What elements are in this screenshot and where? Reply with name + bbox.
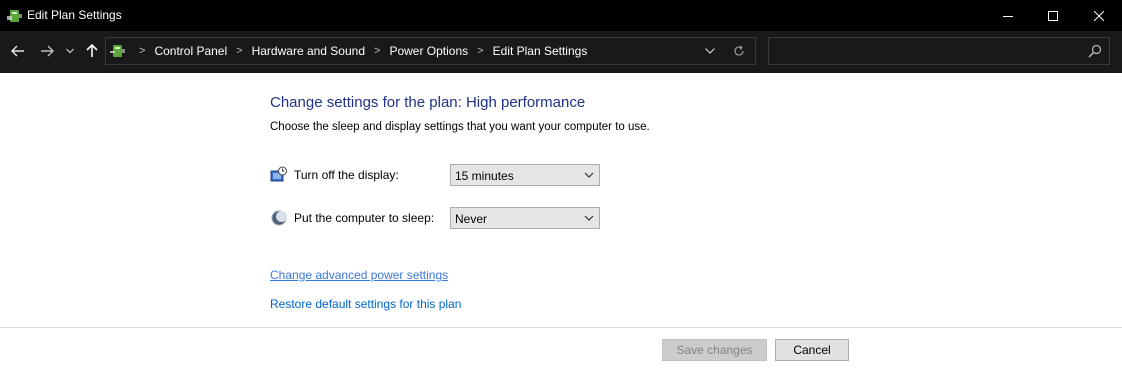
navigation-bar: > Control Panel > Hardware and Sound > P… — [0, 31, 1122, 73]
breadcrumb-separator[interactable]: > — [236, 45, 242, 57]
sleep-timeout-label: Put the computer to sleep: — [294, 211, 435, 225]
cancel-button[interactable]: Cancel — [775, 339, 849, 361]
restore-defaults-link[interactable]: Restore default settings for this plan — [270, 297, 461, 311]
up-button[interactable] — [81, 40, 103, 62]
save-changes-button[interactable]: Save changes — [662, 339, 767, 361]
power-options-icon — [110, 43, 126, 59]
display-timeout-select[interactable]: 15 minutes — [450, 164, 600, 186]
address-bar[interactable]: > Control Panel > Hardware and Sound > P… — [105, 37, 756, 65]
breadcrumb-control-panel[interactable]: Control Panel — [154, 44, 227, 58]
breadcrumb-separator[interactable]: > — [374, 45, 380, 57]
monitor-clock-icon — [270, 166, 288, 184]
footer-divider — [0, 327, 1122, 328]
advanced-power-settings-link[interactable]: Change advanced power settings — [270, 268, 448, 282]
close-button[interactable] — [1076, 0, 1122, 31]
breadcrumb-edit-plan-settings[interactable]: Edit Plan Settings — [493, 44, 588, 58]
page-title: Change settings for the plan: High perfo… — [270, 94, 586, 111]
maximize-button[interactable] — [1030, 0, 1076, 31]
breadcrumb: > Control Panel > Hardware and Sound > P… — [130, 38, 587, 64]
chevron-down-icon — [705, 48, 715, 54]
breadcrumb-hardware-and-sound[interactable]: Hardware and Sound — [252, 44, 365, 58]
address-dropdown-button[interactable] — [699, 38, 721, 64]
chevron-down-icon — [66, 48, 74, 54]
display-timeout-label: Turn off the display: — [294, 168, 399, 182]
display-timeout-value: 15 minutes — [455, 169, 514, 183]
search-input[interactable] — [773, 41, 1077, 63]
close-icon — [1094, 10, 1104, 21]
minimize-button[interactable] — [985, 0, 1031, 31]
maximize-icon — [1048, 10, 1058, 21]
recent-locations-button[interactable] — [61, 40, 79, 62]
arrow-right-icon — [41, 45, 54, 57]
arrow-up-icon — [86, 44, 98, 57]
sleep-timeout-select[interactable]: Never — [450, 207, 600, 229]
window-title: Edit Plan Settings — [27, 8, 122, 22]
breadcrumb-separator: > — [139, 45, 146, 57]
chevron-down-icon — [584, 215, 594, 221]
breadcrumb-power-options[interactable]: Power Options — [389, 44, 468, 58]
power-options-icon — [7, 8, 23, 24]
back-button[interactable] — [7, 40, 29, 62]
moon-icon — [270, 209, 288, 227]
minimize-icon — [1003, 15, 1013, 17]
search-icon[interactable] — [1088, 44, 1102, 58]
page-description: Choose the sleep and display settings th… — [270, 121, 650, 133]
chevron-down-icon — [584, 172, 594, 178]
refresh-icon — [734, 45, 744, 56]
arrow-left-icon — [11, 45, 24, 57]
breadcrumb-separator[interactable]: > — [477, 45, 483, 57]
title-bar: Edit Plan Settings — [0, 0, 1122, 31]
sleep-timeout-value: Never — [455, 212, 488, 226]
search-box[interactable] — [768, 37, 1110, 65]
refresh-button[interactable] — [727, 38, 751, 64]
forward-button[interactable] — [36, 40, 58, 62]
